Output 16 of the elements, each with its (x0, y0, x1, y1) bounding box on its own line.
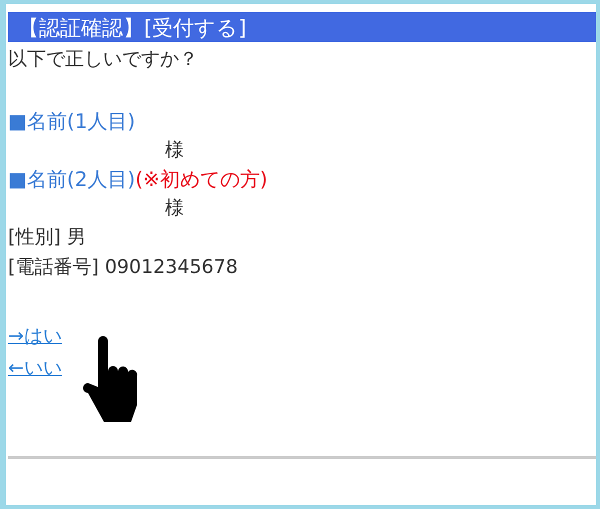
first-time-note: (※初めての方) (135, 166, 268, 193)
name-label: 名前(1人目) (26, 108, 136, 135)
field-label: [電話番号] (8, 255, 99, 280)
field-label: [性別] (8, 225, 61, 250)
name-label: 名前(2人目) (26, 166, 136, 193)
field-value: 男 (66, 225, 86, 250)
honorific-text: 様 (165, 138, 184, 163)
honorific-text: 様 (165, 196, 184, 221)
choice-link[interactable]: ←いい (8, 352, 62, 384)
choice-link[interactable]: →はい (8, 320, 62, 352)
square-bullet: ■ (8, 166, 27, 193)
prompt-text: 以下で正しいですか？ (8, 47, 198, 72)
field-value: 09012345678 (104, 255, 238, 280)
pointing-hand-icon (82, 335, 138, 423)
page-header: 【認証確認】[受付する] (8, 12, 596, 42)
square-bullet: ■ (8, 108, 27, 135)
